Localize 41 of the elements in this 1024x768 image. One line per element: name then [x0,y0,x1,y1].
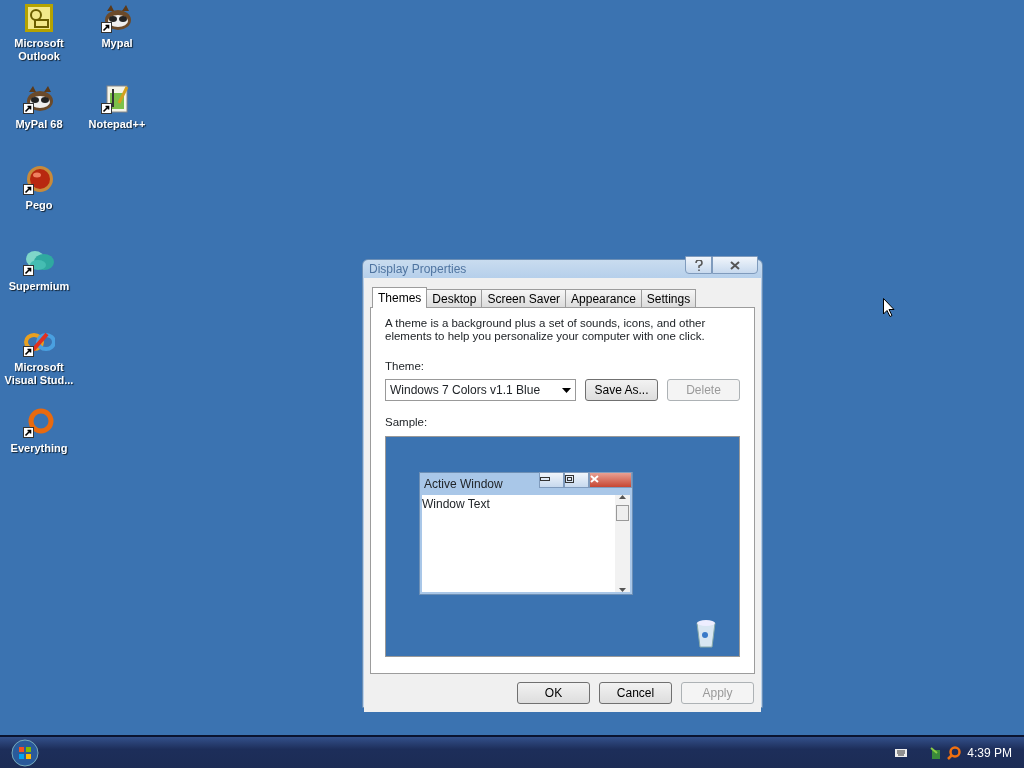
cursor-icon [883,298,895,317]
close-icon [730,261,740,271]
recycle-bin-icon [695,617,717,648]
dropdown-value: Windows 7 Colors v1.1 Blue [390,382,541,400]
icon-label[interactable]: Supermium [8,280,70,293]
theme-dropdown[interactable]: Windows 7 Colors v1.1 Blue [385,379,576,402]
field-label: Sample: [385,415,429,431]
scroll-up-icon [619,494,626,499]
tab[interactable]: Settings [640,289,697,307]
start-button[interactable] [10,737,40,768]
icon-label[interactable]: Notepad++ [88,118,146,131]
clock-text[interactable]: 4:39 PM [961,743,1024,762]
icon-label[interactable]: Microsoft Outlook [0,37,78,63]
close-icon [590,474,599,483]
help-icon [694,260,703,272]
close-button[interactable] [712,256,758,274]
window-title: Display Properties [368,261,468,278]
sample-text: Window Text [422,495,491,513]
description-text: A theme is a background plus a set of sounds, icons, and other elements to help you personalize your computer with one click. [385,317,707,343]
keyboard-icon[interactable] [895,748,908,757]
search-icon[interactable] [947,745,962,760]
outlook-icon[interactable] [23,2,55,34]
tab[interactable]: Appearance [565,289,642,307]
ok-button[interactable]: OK [517,681,590,704]
scroll-down-icon [619,587,626,592]
cancel-button[interactable]: Cancel [599,681,672,704]
caret-icon [562,387,571,393]
sample-window-title: Active Window [424,475,503,493]
icon-label[interactable]: Everything [10,442,68,455]
tab[interactable]: Desktop [426,289,483,307]
icon-label[interactable]: Pego [25,199,53,212]
icon-label[interactable]: MyPal 68 [15,118,63,131]
field-label: Theme: [385,359,425,374]
icon-label[interactable]: Microsoft Visual Stud... [0,361,78,387]
tab[interactable]: Screen Saver [481,289,567,307]
tab[interactable]: Themes [372,287,428,308]
minimize-icon [540,476,550,481]
icon-label[interactable]: Mypal [101,37,133,50]
maximize-icon [565,474,574,483]
save-as-button[interactable]: Save As... [585,379,658,402]
help-button[interactable] [685,256,712,274]
